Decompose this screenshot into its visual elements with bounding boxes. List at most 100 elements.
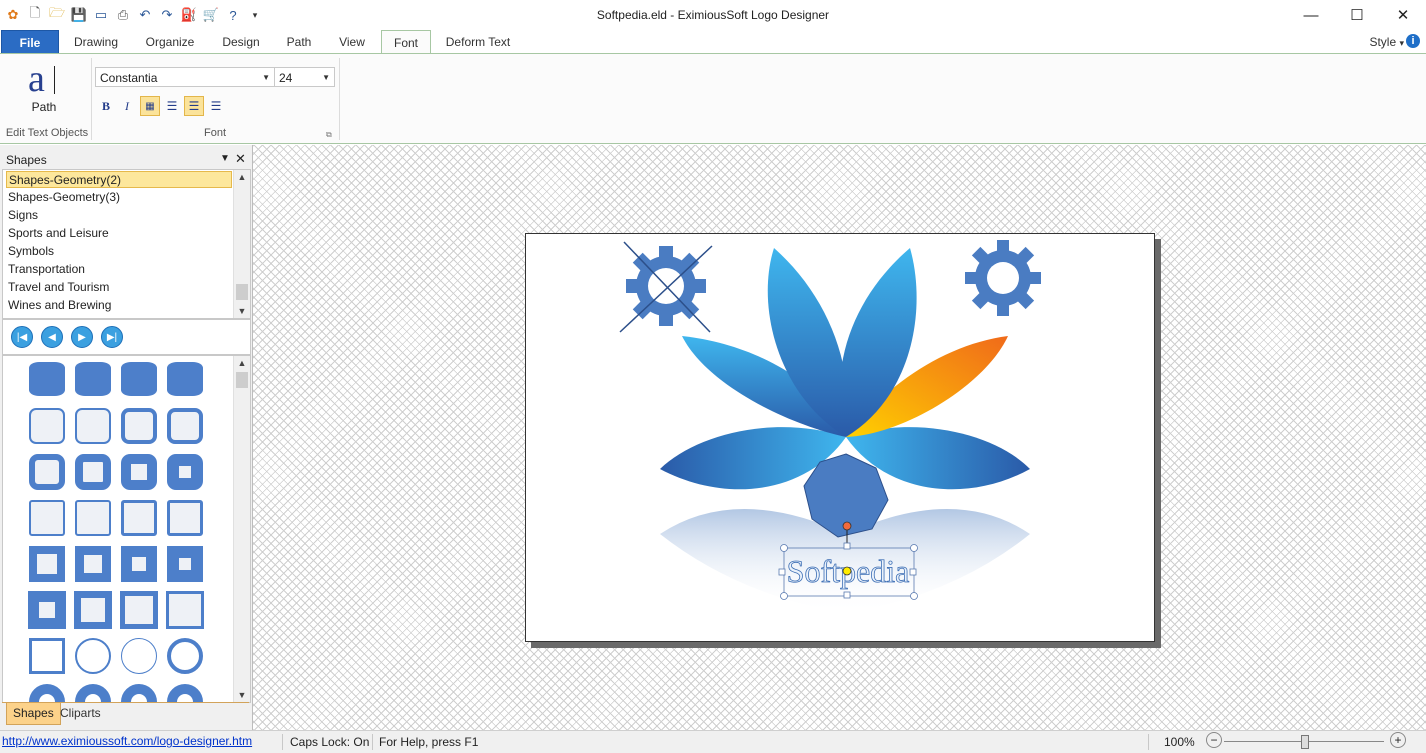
shape-nav-bar: |◀ ◀ ▶ ▶|: [2, 319, 251, 355]
scroll-thumb[interactable]: [236, 372, 248, 388]
shape-thumbnail[interactable]: [167, 684, 203, 702]
shape-thumbnail[interactable]: [167, 500, 203, 536]
list-item[interactable]: Shapes-Geometry(3): [6, 189, 232, 206]
minimize-button[interactable]: —: [1288, 0, 1334, 30]
gear-icon: [619, 241, 713, 333]
center-handle[interactable]: [842, 566, 852, 576]
close-button[interactable]: ✕: [1380, 0, 1426, 30]
category-scrollbar[interactable]: ▲ ▼: [233, 170, 250, 318]
website-link[interactable]: http://www.eximioussoft.com/logo-designe…: [2, 734, 252, 748]
shape-thumbnail[interactable]: [29, 408, 65, 444]
tab-view[interactable]: View: [330, 30, 374, 53]
scroll-up-icon[interactable]: ▲: [234, 356, 250, 370]
shape-thumbnail[interactable]: [121, 408, 157, 444]
shape-thumbnail[interactable]: [74, 591, 112, 629]
shape-thumbnail[interactable]: [121, 638, 157, 674]
tab-deform-text[interactable]: Deform Text: [440, 30, 516, 53]
shape-thumbnail[interactable]: [167, 408, 203, 444]
shape-thumbnail[interactable]: [167, 546, 203, 582]
panel-close-icon[interactable]: ✕: [235, 151, 246, 167]
shape-thumbnail[interactable]: [75, 546, 111, 582]
tab-organize[interactable]: Organize: [138, 30, 202, 53]
scroll-thumb[interactable]: [236, 284, 248, 300]
shape-thumbnail[interactable]: [29, 454, 65, 490]
zoom-in-button[interactable]: +: [1390, 732, 1406, 748]
shape-thumbnail[interactable]: [167, 638, 203, 674]
chevron-down-icon: ▼: [262, 73, 270, 82]
panel-menu-icon[interactable]: ▼: [220, 153, 230, 164]
align-center-icon: ☰: [188, 98, 200, 113]
last-page-button[interactable]: ▶|: [101, 326, 123, 348]
tab-file[interactable]: File: [1, 30, 59, 55]
list-item[interactable]: Travel and Tourism: [6, 279, 232, 296]
list-item[interactable]: Wines and Brewing: [6, 297, 232, 314]
zoom-slider-thumb[interactable]: [1301, 735, 1309, 749]
tab-cliparts[interactable]: Cliparts: [54, 703, 107, 724]
shape-thumbnail[interactable]: [75, 500, 111, 536]
shape-thumbnail[interactable]: [121, 500, 157, 536]
list-item[interactable]: Sports and Leisure: [6, 225, 232, 242]
maximize-button[interactable]: ☐: [1334, 0, 1380, 30]
next-page-button[interactable]: ▶: [71, 326, 93, 348]
align-center-button[interactable]: ☰: [184, 96, 204, 116]
shape-thumbnail[interactable]: [29, 362, 65, 396]
scroll-down-icon[interactable]: ▼: [234, 688, 250, 702]
font-size-combo[interactable]: 24 ▼: [274, 67, 335, 87]
scroll-down-icon[interactable]: ▼: [234, 304, 250, 318]
bold-button[interactable]: B: [96, 96, 116, 116]
chevron-down-icon: ▼: [322, 73, 330, 82]
font-size-value: 24: [279, 71, 293, 85]
outline-text-icon: ▦: [145, 100, 155, 112]
tab-path[interactable]: Path: [280, 30, 318, 53]
shape-thumbnail[interactable]: [121, 546, 157, 582]
shape-thumbnail[interactable]: [75, 362, 111, 396]
chevron-down-icon: ▾: [1399, 38, 1404, 48]
shape-thumbnail[interactable]: [75, 454, 111, 490]
outline-text-button[interactable]: ▦: [140, 96, 160, 116]
list-item[interactable]: Shapes-Geometry(2): [6, 171, 232, 188]
list-item[interactable]: Symbols: [6, 243, 232, 260]
shape-thumbnail[interactable]: [120, 591, 158, 629]
shape-thumbnail[interactable]: [167, 454, 203, 490]
shape-thumbnail[interactable]: [121, 362, 157, 396]
gallery-scrollbar[interactable]: ▲ ▼: [233, 356, 250, 702]
step-forward-icon: ▶: [78, 331, 86, 343]
info-icon[interactable]: i: [1406, 34, 1420, 48]
dialog-launcher-icon[interactable]: ⧉: [326, 130, 332, 140]
design-canvas[interactable]: Softpedia: [253, 145, 1426, 730]
shape-thumbnail[interactable]: [166, 591, 204, 629]
align-left-button[interactable]: ☰: [162, 96, 182, 116]
style-menu[interactable]: Style ▾: [1364, 30, 1404, 53]
shape-thumbnail[interactable]: [29, 684, 65, 702]
prev-page-button[interactable]: ◀: [41, 326, 63, 348]
shape-thumbnail[interactable]: [29, 638, 65, 674]
shape-thumbnail[interactable]: [75, 684, 111, 702]
shape-thumbnail[interactable]: [121, 454, 157, 490]
zoom-out-button[interactable]: −: [1206, 732, 1222, 748]
path-button[interactable]: a Path: [22, 60, 66, 120]
shape-thumbnail[interactable]: [75, 408, 111, 444]
category-list: Shapes-Geometry(2) Shapes-Geometry(3) Si…: [2, 169, 251, 319]
font-name-combo[interactable]: Constantia ▼: [95, 67, 275, 87]
tab-shapes[interactable]: Shapes: [6, 703, 61, 725]
shape-thumbnail[interactable]: [28, 591, 66, 629]
shape-thumbnail[interactable]: [75, 638, 111, 674]
group-label-font: Font: [203, 127, 226, 139]
step-back-icon: ◀: [48, 331, 56, 343]
list-item[interactable]: Signs: [6, 207, 232, 224]
scroll-up-icon[interactable]: ▲: [234, 170, 250, 184]
shape-thumbnail[interactable]: [167, 362, 203, 396]
shape-thumbnail[interactable]: [121, 684, 157, 702]
ribbon-tab-bar: File Drawing Organize Design Path View F…: [0, 30, 1426, 56]
rotate-handle[interactable]: [842, 521, 852, 531]
first-page-button[interactable]: |◀: [11, 326, 33, 348]
italic-button[interactable]: I: [117, 96, 137, 116]
tab-drawing[interactable]: Drawing: [66, 30, 126, 53]
tab-design[interactable]: Design: [214, 30, 268, 53]
caps-lock-status: Caps Lock: On: [290, 735, 370, 749]
artboard[interactable]: Softpedia: [525, 233, 1155, 642]
list-item[interactable]: Transportation: [6, 261, 232, 278]
align-right-button[interactable]: ☰: [206, 96, 226, 116]
shape-thumbnail[interactable]: [29, 500, 65, 536]
shape-thumbnail[interactable]: [29, 546, 65, 582]
